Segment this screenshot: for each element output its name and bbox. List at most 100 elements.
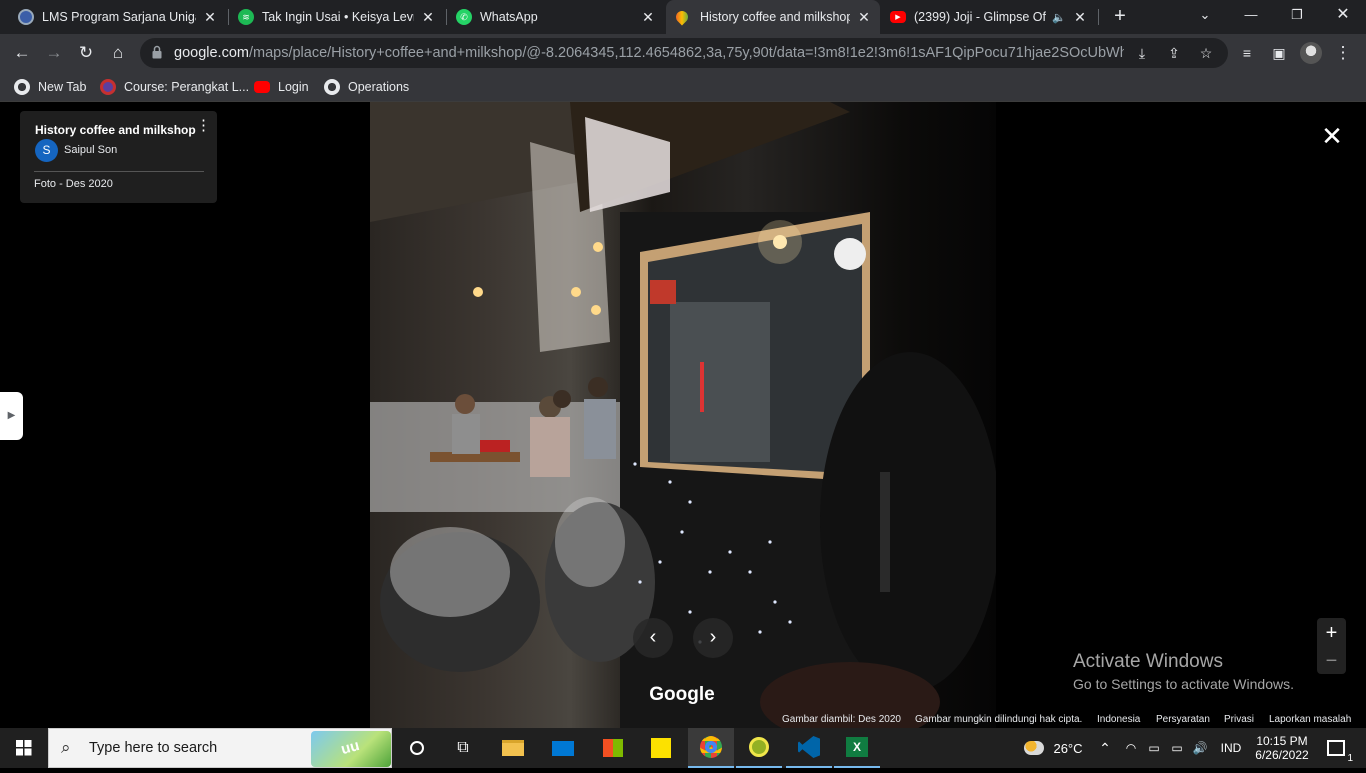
previous-photo-button[interactable]: ‹ — [633, 618, 673, 658]
clock[interactable]: 10:15 PM 6/26/2022 — [1252, 728, 1312, 768]
tab-whatsapp[interactable]: ✆ WhatsApp ✕ — [448, 0, 664, 34]
avatar[interactable]: S — [35, 139, 58, 162]
divider — [34, 171, 204, 172]
excel-icon[interactable]: X — [834, 728, 880, 768]
bookmark-label: New Tab — [38, 80, 87, 94]
lms-icon — [18, 9, 34, 25]
sticky-notes-icon[interactable] — [638, 728, 684, 768]
tab-strip: LMS Program Sarjana Uniga M ✕ ≋ Tak Ingi… — [0, 0, 1366, 34]
close-icon[interactable]: ✕ — [1072, 9, 1088, 26]
file-explorer-icon[interactable] — [490, 728, 536, 768]
profile-avatar[interactable] — [1298, 40, 1324, 66]
close-viewer-button[interactable]: ✕ — [1318, 123, 1346, 151]
activate-subtitle: Go to Settings to activate Windows. — [1073, 676, 1294, 692]
tab-search-chevron-icon[interactable]: ⌄ — [1182, 0, 1228, 30]
bookmark-star-icon[interactable]: ☆ — [1194, 41, 1218, 65]
back-button[interactable]: ← — [9, 40, 35, 66]
lock-icon[interactable] — [152, 45, 162, 59]
chrome-icon[interactable] — [688, 728, 734, 768]
bookmark-label: Login — [278, 80, 309, 94]
tab-divider — [446, 9, 447, 25]
install-app-icon[interactable]: ⤓ — [1130, 41, 1154, 65]
browser-toolbar: ← → ↻ ⌂ google.com/maps/place/History+co… — [0, 34, 1366, 72]
vscode-icon[interactable] — [786, 728, 832, 768]
bookmark-login[interactable]: Login — [254, 77, 309, 97]
restore-button[interactable]: ❐ — [1274, 0, 1320, 30]
notification-center-icon[interactable]: 1 — [1318, 728, 1354, 768]
copyright-notice: Gambar mungkin dilindungi hak cipta. — [915, 714, 1083, 725]
activate-title: Activate Windows — [1073, 651, 1223, 672]
zoom-in-button[interactable]: + — [1317, 620, 1346, 646]
search-placeholder[interactable]: Type here to search — [89, 740, 217, 756]
bookmark-new-tab[interactable]: New Tab — [14, 77, 86, 97]
minimize-button[interactable]: — — [1228, 0, 1274, 30]
place-title[interactable]: History coffee and milkshop — [35, 123, 196, 137]
windows-taskbar: ⌕ Type here to search uu ⧉ X 26°C ⌃ ◠ ▭ … — [0, 728, 1366, 768]
mail-icon[interactable] — [540, 728, 586, 768]
close-icon[interactable]: ✕ — [202, 9, 218, 26]
address-bar[interactable]: google.com/maps/place/History+coffee+and… — [140, 38, 1228, 68]
notification-count: 1 — [1347, 753, 1353, 764]
url-text[interactable]: google.com/maps/place/History+coffee+and… — [174, 45, 1124, 61]
volume-icon[interactable]: 🔊 — [1189, 728, 1211, 768]
url-host: google.com — [174, 45, 249, 61]
weather-cloud-icon[interactable] — [1018, 728, 1050, 768]
more-menu-icon[interactable]: ⋮ — [1330, 40, 1356, 66]
input-language[interactable]: IND — [1216, 728, 1246, 768]
tab-label: Tak Ingin Usai • Keisya Levron — [262, 10, 414, 24]
new-tab-button[interactable]: + — [1108, 5, 1132, 29]
tab-youtube[interactable]: ▶ (2399) Joji - Glimpse Of U 🔈 ✕ — [882, 0, 1096, 34]
search-icon: ⌕ — [61, 738, 71, 757]
tab-divider — [1098, 9, 1099, 25]
show-hidden-icons-chevron-icon[interactable]: ⌃ — [1094, 728, 1116, 768]
tab-spotify[interactable]: ≋ Tak Ingin Usai • Keisya Levron ✕ — [230, 0, 444, 34]
more-options-icon[interactable]: ⋮ — [196, 118, 211, 133]
side-panel-icon[interactable]: ▣ — [1266, 40, 1292, 66]
start-button[interactable] — [4, 728, 44, 768]
microsoft-store-icon[interactable] — [590, 728, 636, 768]
battery-icon[interactable]: ▭ — [1166, 728, 1188, 768]
zoom-out-button[interactable]: − — [1317, 648, 1346, 674]
window-close-button[interactable]: ✕ — [1320, 0, 1366, 30]
capture-date: Gambar diambil: Des 2020 — [782, 714, 901, 725]
youtube-icon: ▶ — [890, 11, 906, 23]
street-photo[interactable] — [370, 102, 996, 728]
author-name[interactable]: Saipul Son — [64, 144, 117, 156]
globe-icon — [14, 79, 30, 95]
weather-temperature[interactable]: 26°C — [1050, 728, 1086, 768]
home-button[interactable]: ⌂ — [105, 40, 131, 66]
expand-side-panel-button[interactable]: ▶ — [0, 392, 23, 440]
tab-label: History coffee and milkshop — [700, 10, 850, 24]
qgis-icon[interactable] — [736, 728, 782, 768]
bookmark-label: Course: Perangkat L... — [124, 80, 250, 94]
wifi-icon[interactable]: ◠ — [1120, 728, 1142, 768]
meet-icon[interactable]: ▭ — [1143, 728, 1165, 768]
media-control-icon[interactable]: ≡ — [1234, 40, 1260, 66]
url-path: /maps/place/History+coffee+and+milkshop/… — [248, 45, 1124, 61]
task-view-icon[interactable]: ⧉ — [440, 728, 486, 768]
report-problem-link[interactable]: Laporkan masalah — [1269, 714, 1351, 725]
photo-info-card: History coffee and milkshop ⋮ S Saipul S… — [20, 111, 217, 203]
cafe-scene-image — [370, 102, 996, 728]
search-highlight-image[interactable]: uu — [311, 731, 391, 767]
share-icon[interactable]: ⇪ — [1162, 41, 1186, 65]
next-photo-button[interactable]: › — [693, 618, 733, 658]
speaker-icon[interactable]: 🔈 — [1052, 11, 1066, 24]
forward-button[interactable]: → — [41, 40, 67, 66]
close-icon[interactable]: ✕ — [640, 9, 656, 26]
reload-button[interactable]: ↻ — [73, 40, 99, 66]
search-highlight-text: uu — [339, 736, 362, 759]
cortana-icon[interactable] — [394, 728, 440, 768]
bookmark-operations[interactable]: Operations — [324, 77, 409, 97]
maps-icon — [673, 8, 691, 26]
tab-lms[interactable]: LMS Program Sarjana Uniga M ✕ — [10, 0, 226, 34]
taskbar-search[interactable]: ⌕ Type here to search uu — [48, 728, 392, 768]
terms-link[interactable]: Persyaratan — [1156, 714, 1210, 725]
country-link[interactable]: Indonesia — [1097, 714, 1140, 725]
tab-maps[interactable]: History coffee and milkshop ✕ — [666, 0, 880, 34]
privacy-link[interactable]: Privasi — [1224, 714, 1254, 725]
close-icon[interactable]: ✕ — [420, 9, 436, 26]
course-icon — [100, 79, 116, 95]
bookmark-course[interactable]: Course: Perangkat L... — [100, 77, 249, 97]
close-icon[interactable]: ✕ — [856, 9, 872, 26]
